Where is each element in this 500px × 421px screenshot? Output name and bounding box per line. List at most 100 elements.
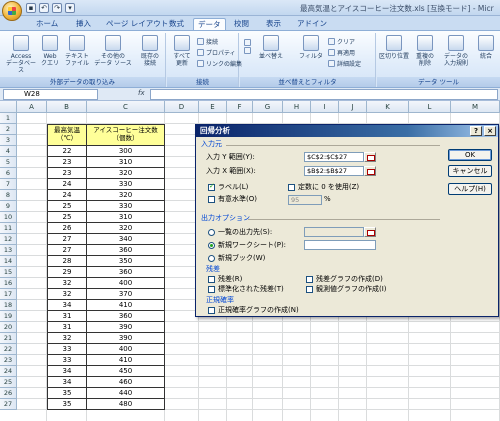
refresh-all-button[interactable]: すべて 更新 xyxy=(170,35,194,67)
row-header-19[interactable]: 19 xyxy=(0,311,17,322)
column-header-l[interactable]: L xyxy=(409,101,451,113)
temperature-cell[interactable]: 24 xyxy=(47,179,87,190)
column-header-e[interactable]: E xyxy=(199,101,227,113)
std-residuals-checkbox[interactable] xyxy=(208,286,215,293)
line-fit-checkbox[interactable] xyxy=(306,286,313,293)
row-header-8[interactable]: 8 xyxy=(0,190,17,201)
column-header-c[interactable]: C xyxy=(87,101,165,113)
column-header-d[interactable]: D xyxy=(165,101,199,113)
new-book-radio[interactable] xyxy=(208,255,215,262)
orders-cell[interactable]: 460 xyxy=(87,377,165,388)
row-header-14[interactable]: 14 xyxy=(0,256,17,267)
temperature-cell[interactable]: 34 xyxy=(47,366,87,377)
temperature-cell[interactable]: 32 xyxy=(47,333,87,344)
fx-icon[interactable]: fx xyxy=(138,89,145,97)
column-header-h[interactable]: H xyxy=(283,101,311,113)
row-header-22[interactable]: 22 xyxy=(0,344,17,355)
x-range-input[interactable]: $B$2:$B$27 xyxy=(304,166,364,176)
row-header-7[interactable]: 7 xyxy=(0,179,17,190)
temperature-cell[interactable]: 25 xyxy=(47,212,87,223)
temperature-cell[interactable]: 33 xyxy=(47,344,87,355)
temperature-cell[interactable]: 31 xyxy=(47,311,87,322)
text-to-columns-button[interactable]: 区切り位置 xyxy=(379,35,409,60)
row-header-13[interactable]: 13 xyxy=(0,245,17,256)
properties-button[interactable]: プロパティ xyxy=(197,48,236,57)
customize-qat-icon[interactable]: ▾ xyxy=(65,3,75,13)
normal-plot-checkbox[interactable] xyxy=(208,307,215,314)
temperature-cell[interactable]: 33 xyxy=(47,355,87,366)
orders-cell[interactable]: 360 xyxy=(87,311,165,322)
temperature-cell[interactable]: 27 xyxy=(47,234,87,245)
header-cell-orders[interactable]: アイスコーヒー注文数 （個数） xyxy=(87,124,165,146)
row-header-6[interactable]: 6 xyxy=(0,168,17,179)
new-sheet-radio[interactable] xyxy=(208,242,215,249)
row-header-21[interactable]: 21 xyxy=(0,333,17,344)
confidence-checkbox[interactable] xyxy=(208,196,215,203)
orders-cell[interactable]: 350 xyxy=(87,256,165,267)
tab-formulas[interactable]: 数式 xyxy=(165,18,188,30)
output-range-input[interactable] xyxy=(304,227,364,237)
orders-cell[interactable]: 400 xyxy=(87,344,165,355)
row-header-5[interactable]: 5 xyxy=(0,157,17,168)
clear-button[interactable]: クリア xyxy=(328,37,355,46)
advanced-button[interactable]: 詳細設定 xyxy=(328,59,361,68)
orders-cell[interactable]: 330 xyxy=(87,179,165,190)
tab-addins[interactable]: アドイン xyxy=(293,18,331,30)
orders-cell[interactable]: 320 xyxy=(87,190,165,201)
undo-icon[interactable]: ↶ xyxy=(39,3,49,13)
data-validation-button[interactable]: データの 入力規則 xyxy=(440,35,472,67)
column-header-a[interactable]: A xyxy=(17,101,47,113)
temperature-cell[interactable]: 27 xyxy=(47,245,87,256)
tab-review[interactable]: 校閲 xyxy=(230,18,253,30)
orders-cell[interactable]: 440 xyxy=(87,388,165,399)
temperature-cell[interactable]: 23 xyxy=(47,157,87,168)
temperature-cell[interactable]: 31 xyxy=(47,322,87,333)
row-header-10[interactable]: 10 xyxy=(0,212,17,223)
orders-cell[interactable]: 320 xyxy=(87,168,165,179)
y-range-input[interactable]: $C$2:$C$27 xyxy=(304,152,364,162)
orders-cell[interactable]: 390 xyxy=(87,322,165,333)
row-header-4[interactable]: 4 xyxy=(0,146,17,157)
column-header-i[interactable]: I xyxy=(311,101,339,113)
temperature-cell[interactable]: 24 xyxy=(47,190,87,201)
ok-button[interactable]: OK xyxy=(448,149,492,161)
temperature-cell[interactable]: 28 xyxy=(47,256,87,267)
redo-icon[interactable]: ↷ xyxy=(52,3,62,13)
row-header-25[interactable]: 25 xyxy=(0,377,17,388)
temperature-cell[interactable]: 34 xyxy=(47,377,87,388)
tab-insert[interactable]: 挿入 xyxy=(72,18,95,30)
web-query-button[interactable]: Web クエリ xyxy=(40,35,60,67)
tab-view[interactable]: 表示 xyxy=(262,18,285,30)
orders-cell[interactable]: 480 xyxy=(87,399,165,410)
column-header-m[interactable]: M xyxy=(451,101,500,113)
tab-data[interactable]: データ xyxy=(193,18,226,30)
residual-plots-checkbox[interactable] xyxy=(306,276,313,283)
column-header-j[interactable]: J xyxy=(339,101,367,113)
name-box[interactable]: W28 xyxy=(3,89,98,100)
help-button[interactable]: ヘルプ(H) xyxy=(448,183,492,195)
select-all-corner[interactable] xyxy=(0,101,17,113)
residuals-checkbox[interactable] xyxy=(208,276,215,283)
row-header-26[interactable]: 26 xyxy=(0,388,17,399)
text-file-button[interactable]: テキスト ファイル xyxy=(62,35,92,67)
temperature-cell[interactable]: 32 xyxy=(47,278,87,289)
row-header-9[interactable]: 9 xyxy=(0,201,17,212)
temperature-cell[interactable]: 29 xyxy=(47,267,87,278)
row-header-11[interactable]: 11 xyxy=(0,223,17,234)
orders-cell[interactable]: 400 xyxy=(87,278,165,289)
temperature-cell[interactable]: 22 xyxy=(47,146,87,157)
constant-zero-checkbox[interactable] xyxy=(288,184,295,191)
cancel-button[interactable]: キャンセル xyxy=(448,165,492,177)
row-header-15[interactable]: 15 xyxy=(0,267,17,278)
orders-cell[interactable]: 310 xyxy=(87,212,165,223)
close-icon[interactable]: × xyxy=(484,126,496,136)
edit-links-button[interactable]: リンクの編集 xyxy=(197,59,242,68)
help-icon[interactable]: ? xyxy=(470,126,482,136)
orders-cell[interactable]: 320 xyxy=(87,223,165,234)
access-button[interactable]: Access データベース xyxy=(4,35,38,74)
column-header-k[interactable]: K xyxy=(367,101,409,113)
save-icon[interactable]: ▪ xyxy=(26,3,36,13)
orders-cell[interactable]: 390 xyxy=(87,333,165,344)
row-header-1[interactable]: 1 xyxy=(0,113,17,124)
temperature-cell[interactable]: 26 xyxy=(47,223,87,234)
